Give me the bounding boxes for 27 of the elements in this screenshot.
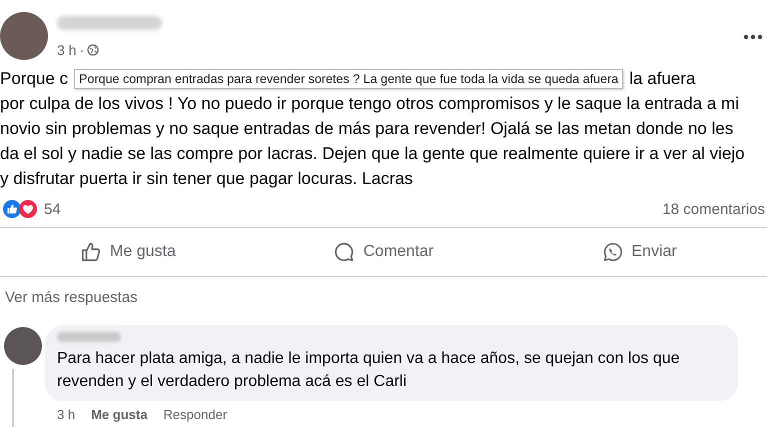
post-text: por culpa de los vivos ! Yo no puedo ir porque tengo otros compromisos y le saque la entrada a mi novio sin problemas y no saque entradas de más para revender! Ojalá se las metan donde no les da el sol y nadie se las compre por lacras. Dejen que la gente que realmente quiere ir a ver al viejo y disfrutar puerta ir sin tener que pagar locuras. Lacras [0,93,746,190]
comment-text: Para hacer plata amiga, a nadie le importa quien va a hace años, se quejan con los que revenden y el verdadero problema acá es el Carli [57,349,681,392]
send-button[interactable]: Enviar [511,228,767,276]
post-time: 3 h [57,42,76,58]
globe-icon [87,44,100,56]
separator-dot: · [79,42,84,58]
avatar [0,12,48,60]
comment-time[interactable]: 3 h [57,407,76,422]
comment-count[interactable]: 18 comentarios [662,200,765,218]
blurred-name [57,332,121,342]
reply-link[interactable]: Responder [163,407,228,422]
post-text: Porque c [0,68,68,90]
more-replies-link[interactable]: Ver más respuestas [0,277,138,319]
comment-button[interactable]: Comentar [256,228,512,276]
reaction-count[interactable]: 54 [44,200,61,218]
more-options-icon[interactable] [743,34,763,40]
post-text: la afuera [629,68,696,90]
thread-line [12,369,14,427]
speech-bubble-icon [333,241,356,263]
like-reaction-icon [3,200,21,218]
heart-reaction-icon [19,200,37,218]
like-button[interactable]: Me gusta [0,228,256,276]
tooltip: Porque compran entradas para revender soretes ? La gente que fue toda la vida se queda afuera [74,68,624,88]
like-link[interactable]: Me gusta [91,407,148,422]
phone-bubble-icon [602,241,624,263]
thumbs-up-icon [80,241,102,263]
avatar [4,327,42,365]
